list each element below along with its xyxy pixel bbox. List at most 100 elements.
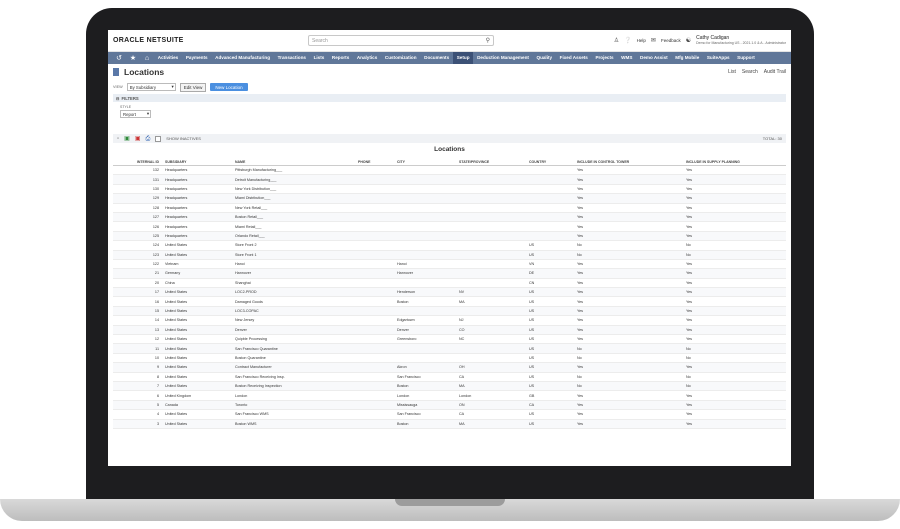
table-cell[interactable]: Boston Retail___ [233,212,356,223]
recent-icon[interactable]: ↺ [112,54,126,62]
table-cell[interactable]: Boston Receiving Inspection [233,381,356,392]
table-row[interactable]: 127 Headquarters Boston Retail___ Yes Yes [113,212,786,223]
table-row[interactable]: 130 Headquarters New York Distribution___ Y… [113,184,786,195]
nav-item[interactable]: Mfg Mobile [671,52,703,64]
table-cell[interactable]: London [233,390,356,401]
nav-item[interactable]: Activities [154,52,182,64]
feedback-icon[interactable]: ✉ [651,37,656,44]
table-cell[interactable]: LOC3-COPAC [233,306,356,317]
nav-item[interactable]: Analytics [353,52,381,64]
nav-item[interactable]: Lists [310,52,328,64]
list-link[interactable]: List [728,69,736,75]
export-excel-icon[interactable]: ▣ [124,136,130,142]
table-row[interactable]: 10 United States Boston Quarantine US No No [113,353,786,364]
table-cell[interactable]: Damaged Goods [233,296,356,307]
table-row[interactable]: 20 China Shanghai CN Yes Yes [113,278,786,289]
table-cell[interactable]: Orlando Retail___ [233,231,356,242]
nav-item[interactable]: Demo Assist [636,52,671,64]
table-row[interactable]: 131 Headquarters Detroit Manufacturing___ Y… [113,174,786,185]
table-cell[interactable]: New Jersey [233,315,356,326]
table-row[interactable]: 125 Headquarters Orlando Retail___ Yes Yes [113,231,786,242]
table-row[interactable]: 12 United States Quipble Processing Greensb… [113,334,786,345]
table-row[interactable]: 126 Headquarters Miami Retail___ Yes Yes [113,221,786,232]
table-row[interactable]: 123 United States Store Front 1 US No No [113,250,786,260]
table-cell[interactable]: Store Front 2 [233,240,356,251]
column-header[interactable]: INCLUDE IN CONTROL TOWER [575,158,684,166]
nav-item[interactable]: Fixed Assets [556,52,592,64]
table-cell[interactable]: New York Retail___ [233,203,356,213]
search-icon[interactable]: ⚲ [486,37,490,44]
table-row[interactable]: 3 United States Boston WMS Boston MA US Yes Yes [113,419,786,429]
netsuite-logo[interactable]: ORACLE NETSUITE [113,37,308,44]
table-cell[interactable]: Hanoi [233,259,356,270]
table-cell[interactable]: Boston Quarantine [233,353,356,364]
table-cell[interactable]: New York Distribution___ [233,184,356,195]
table-cell[interactable]: Miami Distribution___ [233,193,356,204]
nav-item[interactable]: Transactions [274,52,310,64]
print-icon[interactable]: ⎙ [145,136,150,142]
table-cell[interactable]: Pittsburgh Manufacturing___ [233,165,356,176]
table-cell[interactable]: San Francisco Quarantine [233,343,356,354]
nav-item[interactable]: Projects [592,52,618,64]
column-header[interactable]: PHONE [356,158,395,166]
table-row[interactable]: 122 Vietnam Hanoi Hanoi VN Yes Yes [113,259,786,270]
feedback-link[interactable]: Feedback [661,38,681,43]
nav-item[interactable]: WMS [617,52,636,64]
column-header[interactable]: COUNTRY [527,158,575,166]
table-row[interactable]: 13 United States Denver Denver CO US Yes Yes [113,325,786,336]
table-row[interactable]: 11 United States San Francisco Quarantine U… [113,343,786,354]
role-icon[interactable]: ☯ [686,37,691,44]
table-row[interactable]: 6 United Kingdom London London London GB Yes Ye… [113,390,786,401]
home-icon[interactable]: ⌂ [140,55,154,62]
help-icon[interactable]: ❔ [624,37,631,44]
user-switch-icon[interactable]: ♙ [614,37,619,44]
table-cell[interactable]: San Francisco WMS [233,409,356,420]
show-inactives-checkbox[interactable] [155,135,162,142]
table-cell[interactable]: Detroit Manufacturing___ [233,174,356,185]
table-cell[interactable]: Store Front 1 [233,250,356,260]
nav-item[interactable]: Setup [452,52,474,64]
table-row[interactable]: 9 United States Contract Manufacturer Akron… [113,362,786,373]
search-link[interactable]: Search [742,69,758,75]
nav-item[interactable]: Customization [381,52,420,64]
table-cell[interactable]: Denver [233,325,356,336]
table-cell[interactable]: Shanghai [233,278,356,289]
table-row[interactable]: 5 Canada Toronto Mississauga ON CA Yes Yes [113,400,786,411]
table-row[interactable]: 17 United States LOC2-PROD Henderson NV US Yes… [113,287,786,298]
table-cell[interactable]: Quipble Processing [233,334,356,345]
global-search-input[interactable]: Search ⚲ [308,35,494,46]
nav-item[interactable]: Deduction Management [473,52,532,64]
column-header[interactable]: SUBSIDIARY [163,158,233,166]
column-header[interactable]: STATE/PROVINCE [457,158,527,166]
export-csv-icon[interactable]: ▫ [117,136,119,142]
table-cell[interactable]: Boston WMS [233,419,356,429]
table-row[interactable]: 14 United States New Jersey Edgartown NJ US Ye… [113,315,786,326]
table-row[interactable]: 8 United States San Francisco Receiving In… [113,372,786,383]
help-link[interactable]: Help [637,38,646,43]
table-row[interactable]: 16 United States Damaged Goods Boston MA US Ye… [113,296,786,307]
column-header[interactable]: INTERNAL ID [113,158,163,166]
nav-item[interactable]: Advanced Manufacturing [211,52,273,64]
filters-toggle[interactable]: ⊟ FILTERS [113,94,786,102]
column-header[interactable]: CITY [395,158,457,166]
table-row[interactable]: 21 Germany Hannover Hannover DE Yes Yes [113,268,786,279]
table-row[interactable]: 128 Headquarters New York Retail___ Yes Yes [113,203,786,213]
table-row[interactable]: 132 Headquarters Pittsburgh Manufacturing_… [113,165,786,176]
column-header[interactable]: NAME [233,158,356,166]
table-cell[interactable]: San Francisco Receiving Insp. [233,372,356,383]
style-select[interactable]: Report ▾ [120,110,151,118]
table-row[interactable]: 124 United States Store Front 2 US No No [113,240,786,251]
nav-item[interactable]: Documents [420,52,453,64]
table-row[interactable]: 15 United States LOC3-COPAC US Yes Yes [113,306,786,317]
export-pdf-icon[interactable]: ▣ [135,136,141,142]
nav-item[interactable]: Reports [328,52,353,64]
table-cell[interactable]: Miami Retail___ [233,221,356,232]
new-location-button[interactable]: New Location [210,83,248,91]
audit-trail-link[interactable]: Audit Trail [764,69,786,75]
table-cell[interactable]: Toronto [233,400,356,411]
table-row[interactable]: 129 Headquarters Miami Distribution___ Yes Y… [113,193,786,204]
table-cell[interactable]: Contract Manufacturer [233,362,356,373]
table-cell[interactable]: Hannover [233,268,356,279]
nav-item[interactable]: Quality [533,52,556,64]
nav-item[interactable]: SuiteApps [703,52,733,64]
